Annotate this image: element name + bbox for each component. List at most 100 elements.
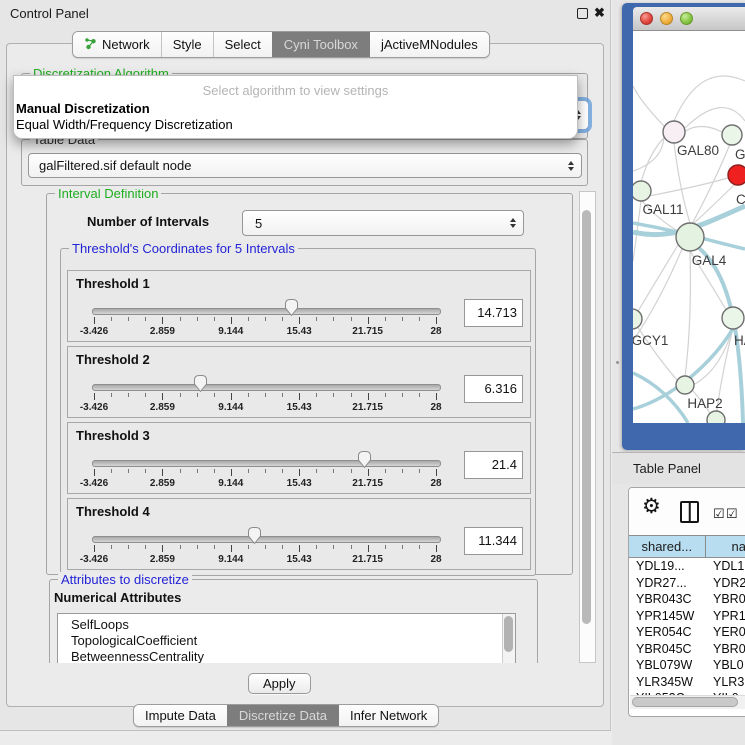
slider-thumb[interactable] xyxy=(284,298,299,317)
table-horizontal-scrollbar[interactable] xyxy=(630,695,745,709)
numerical-attributes-heading: Numerical Attributes xyxy=(54,590,181,605)
dropdown-option-equal-width-frequency[interactable]: Equal Width/Frequency Discretization xyxy=(16,117,233,132)
main-scrollbar-thumb[interactable] xyxy=(582,210,591,624)
network-node-ha[interactable] xyxy=(722,307,744,329)
table-data-combobox[interactable]: galFiltered.sif default node xyxy=(28,153,582,178)
zoom-traffic-light-icon[interactable] xyxy=(680,12,693,25)
split-divider-handle[interactable] xyxy=(616,361,619,364)
slider-tick xyxy=(214,393,215,397)
slider-tick xyxy=(299,393,300,400)
close-traffic-light-icon[interactable] xyxy=(640,12,653,25)
network-node-gal80[interactable] xyxy=(663,121,685,143)
slider-tick xyxy=(145,317,146,321)
tab-label: jActiveMNodules xyxy=(381,37,478,52)
attribute-item-betweennesscentrality[interactable]: BetweennessCentrality xyxy=(58,649,515,663)
right-region: GAL80GACGAL11GAL4GCY1HAHAP2 Table Panel … xyxy=(612,0,745,745)
slider-tick xyxy=(282,469,283,473)
network-node-ga[interactable] xyxy=(722,125,742,145)
column-view-icon[interactable] xyxy=(680,501,699,523)
close-icon[interactable]: ✖ xyxy=(594,5,605,21)
tab-select[interactable]: Select xyxy=(213,32,272,57)
network-node-hap2[interactable] xyxy=(676,376,694,394)
column-header-shared-name[interactable]: shared... xyxy=(629,536,706,557)
network-view-window: GAL80GACGAL11GAL4GCY1HAHAP2 xyxy=(622,3,745,450)
slider-tick xyxy=(180,469,181,473)
attribute-item-selfloops[interactable]: SelfLoops xyxy=(58,617,515,633)
network-edge xyxy=(633,86,665,127)
attribute-item-topologicalcoefficient[interactable]: TopologicalCoefficient xyxy=(58,633,515,649)
threshold-value-field[interactable]: 21.4 xyxy=(464,451,523,479)
threshold-value-field[interactable]: 11.344 xyxy=(464,527,523,555)
tab-jactivemnodules[interactable]: jActiveMNodules xyxy=(369,32,489,57)
checkbox-checked-icon[interactable]: ☑ xyxy=(713,506,725,522)
threshold-value-field[interactable]: 6.316 xyxy=(464,375,523,403)
slider-tick-label: 28 xyxy=(430,554,441,565)
window-title: Control Panel xyxy=(10,6,89,21)
table-row[interactable]: YBL079WYBL0 xyxy=(629,657,745,674)
slider-thumb[interactable] xyxy=(357,450,372,469)
minimize-traffic-light-icon[interactable] xyxy=(660,12,673,25)
slider-track[interactable] xyxy=(92,384,441,391)
dropdown-option-manual-discretization[interactable]: Manual Discretization xyxy=(16,101,150,116)
tab-infer-network[interactable]: Infer Network xyxy=(338,705,438,726)
network-node-gal4[interactable] xyxy=(676,223,704,251)
slider-tick xyxy=(368,469,369,476)
slider-tick xyxy=(351,545,352,549)
dropdown-prompt: Select algorithm to view settings xyxy=(14,83,577,98)
slider-tick-label: 9.144 xyxy=(218,554,243,565)
slider-tick xyxy=(248,393,249,397)
table-scrollbar-thumb[interactable] xyxy=(632,697,738,707)
apply-button[interactable]: Apply xyxy=(248,673,311,694)
slider-track[interactable] xyxy=(92,536,441,543)
tab-impute-data[interactable]: Impute Data xyxy=(134,705,227,726)
list-scrollbar-thumb[interactable] xyxy=(504,616,513,652)
slider-tick xyxy=(145,393,146,397)
network-node-gcy1[interactable] xyxy=(633,309,642,329)
tab-style[interactable]: Style xyxy=(161,32,213,57)
slider-tick-label: 21.715 xyxy=(352,402,383,413)
checkbox-checked-icon[interactable]: ☑ xyxy=(726,506,738,522)
float-window-icon[interactable] xyxy=(577,8,588,19)
slider-tick xyxy=(402,545,403,549)
network-node-gal11[interactable] xyxy=(633,181,651,201)
tab-label: Style xyxy=(173,37,202,52)
network-node[interactable] xyxy=(707,411,725,423)
number-of-intervals-combobox[interactable]: 5 xyxy=(242,210,524,236)
slider-thumb[interactable] xyxy=(247,526,262,545)
tab-cyni-toolbox[interactable]: Cyni Toolbox xyxy=(272,32,369,57)
slider-tick xyxy=(162,545,163,552)
slider-track[interactable] xyxy=(92,308,441,315)
tab-label: Impute Data xyxy=(145,708,216,723)
slider-tick xyxy=(282,545,283,549)
slider-tick xyxy=(248,317,249,321)
table-row[interactable]: YLR345WYLR3 xyxy=(629,674,745,691)
gear-icon[interactable]: ⚙ xyxy=(642,494,661,519)
table-row[interactable]: YBR045CYBR0 xyxy=(629,641,745,658)
list-scrollbar[interactable] xyxy=(502,614,515,663)
table-row[interactable]: YDR27...YDR2 xyxy=(629,575,745,592)
table-row[interactable]: YBR043CYBR0 xyxy=(629,591,745,608)
threshold-1-box: Threshold 1-3.4262.8599.14415.4321.71528… xyxy=(67,270,531,342)
slider-tick xyxy=(180,545,181,549)
network-canvas[interactable]: GAL80GACGAL11GAL4GCY1HAHAP2 xyxy=(633,31,745,423)
tab-discretize-data[interactable]: Discretize Data xyxy=(227,705,338,726)
table-row[interactable]: YDL19...YDL1 xyxy=(629,558,745,575)
slider-thumb[interactable] xyxy=(193,374,208,393)
screen: Control Panel ✖ Network Style SelectCyni T… xyxy=(0,0,745,745)
network-node-c[interactable] xyxy=(728,165,745,185)
slider-tick xyxy=(231,393,232,400)
numerical-attributes-list[interactable]: SelfLoopsTopologicalCoefficientBetweenne… xyxy=(57,613,516,663)
tab-network[interactable]: Network xyxy=(73,32,161,57)
threshold-value-field[interactable]: 14.713 xyxy=(464,299,523,327)
table-row[interactable]: YER054CYER0 xyxy=(629,624,745,641)
main-scrollbar[interactable] xyxy=(579,191,596,663)
slider-tick xyxy=(333,317,334,321)
slider-tick xyxy=(436,317,437,324)
slider-tick xyxy=(299,317,300,324)
table-row[interactable]: YPR145WYPR1 xyxy=(629,608,745,625)
network-node-label: C xyxy=(736,192,745,207)
cyni-toolbox-pane: Discretization Algorithm Select algorith… xyxy=(6,43,604,707)
slider-track[interactable] xyxy=(92,460,441,467)
column-header-name[interactable]: na xyxy=(706,536,745,557)
slider-tick xyxy=(316,469,317,473)
